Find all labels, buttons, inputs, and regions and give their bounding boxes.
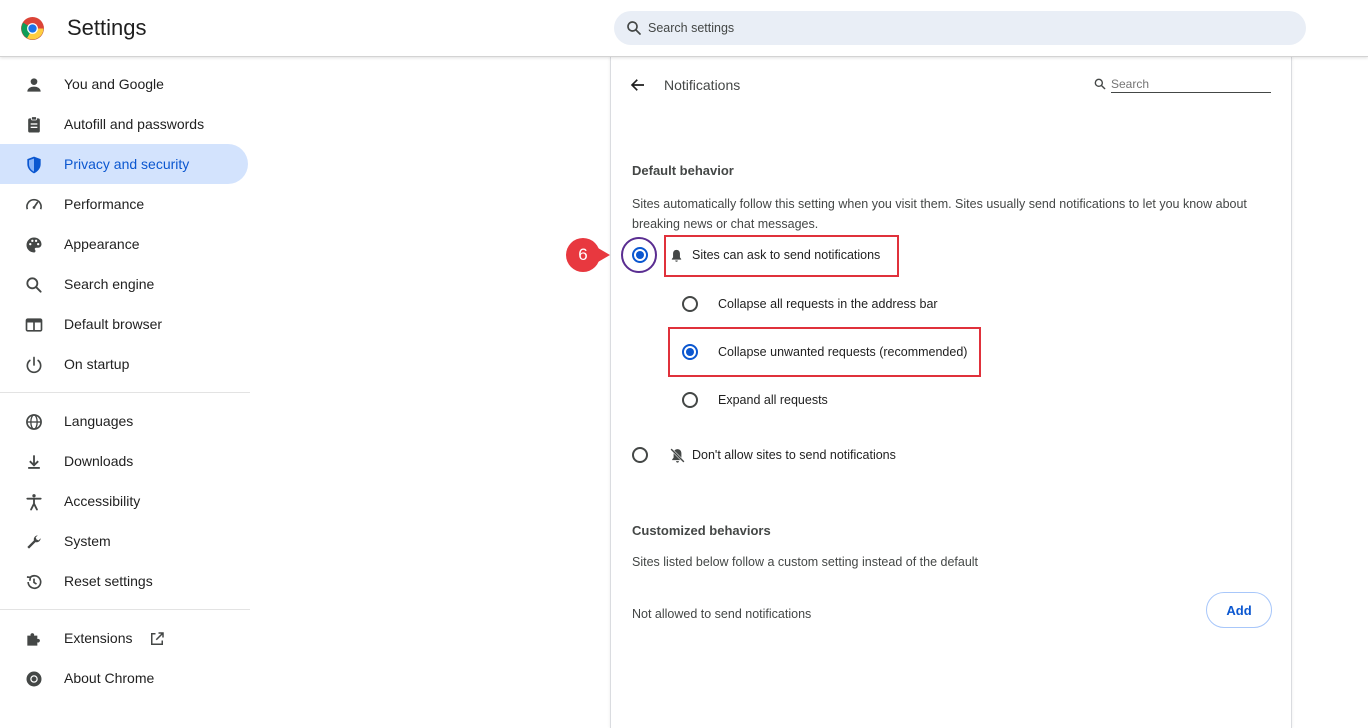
back-arrow-icon[interactable] (629, 76, 647, 94)
sidebar-divider (0, 392, 250, 393)
option-collapse-all-label[interactable]: Collapse all requests in the address bar (718, 297, 938, 311)
sidebar-item-label: Privacy and security (64, 156, 190, 172)
sidebar-item-privacy-security[interactable]: Privacy and security (0, 144, 248, 184)
sidebar-item-default-browser[interactable]: Default browser (0, 304, 248, 344)
step-number-badge: 6 (566, 238, 600, 272)
top-bar: Settings Search settings (0, 0, 1368, 57)
sidebar-item-label: You and Google (64, 76, 164, 92)
browser-window-icon (25, 318, 43, 332)
search-settings-input[interactable]: Search settings (648, 21, 734, 35)
default-behavior-description: Sites automatically follow this setting … (632, 197, 1247, 231)
sidebar-item-you-and-google[interactable]: You and Google (0, 64, 248, 104)
wrench-icon (27, 535, 41, 549)
highlight-box-sites-can-ask (664, 235, 899, 277)
sidebar-item-autofill[interactable]: Autofill and passwords (0, 104, 248, 144)
option-dont-allow-label[interactable]: Don't allow sites to send notifications (692, 448, 896, 462)
sidebar-item-label: Autofill and passwords (64, 116, 205, 132)
palette-icon (26, 237, 42, 253)
sidebar: You and Google Autofill and passwords Pr… (0, 57, 252, 728)
customized-behaviors-heading: Customized behaviors (632, 523, 771, 538)
app-title: Settings (67, 15, 147, 40)
sidebar-item-appearance[interactable]: Appearance (0, 224, 248, 264)
sidebar-item-downloads[interactable]: Downloads (0, 441, 248, 481)
radio-dont-allow[interactable] (632, 447, 648, 463)
download-icon (28, 455, 40, 469)
search-settings-box[interactable]: Search settings (614, 11, 1306, 45)
chrome-logo-icon (21, 17, 44, 40)
notifications-search-input[interactable] (1111, 75, 1271, 93)
sidebar-item-label: Extensions (64, 630, 133, 646)
sidebar-item-reset-settings[interactable]: Reset settings (0, 561, 248, 601)
sidebar-item-label: About Chrome (64, 670, 155, 686)
sidebar-item-label: Downloads (64, 453, 134, 469)
sidebar-item-system[interactable]: System (0, 521, 248, 561)
globe-icon (26, 414, 42, 430)
sidebar-item-accessibility[interactable]: Accessibility (0, 481, 248, 521)
sidebar-item-label: Languages (64, 413, 134, 429)
clipboard-icon (28, 116, 40, 133)
shield-icon (27, 156, 41, 174)
sidebar-item-extensions[interactable]: Extensions (0, 618, 248, 658)
option-expand-all-label[interactable]: Expand all requests (718, 393, 828, 407)
sidebar-item-performance[interactable]: Performance (0, 184, 248, 224)
history-icon (26, 574, 42, 590)
sidebar-item-label: Accessibility (64, 493, 141, 509)
search-icon (26, 277, 42, 293)
sidebar-item-label: Performance (64, 196, 145, 212)
customized-behaviors-description: Sites listed below follow a custom setti… (632, 555, 979, 569)
accessibility-icon (26, 494, 42, 511)
bell-off-icon (670, 448, 685, 463)
search-icon (627, 21, 641, 35)
notifications-panel: Notifications Default behavior Sites aut… (610, 57, 1292, 728)
sidebar-item-about-chrome[interactable]: About Chrome (0, 658, 248, 698)
power-icon (26, 356, 42, 374)
default-behavior-heading: Default behavior (632, 163, 734, 178)
chrome-icon (26, 671, 42, 687)
person-icon (27, 78, 41, 92)
sidebar-item-on-startup[interactable]: On startup (0, 344, 248, 384)
highlight-box-collapse-unwanted (668, 327, 981, 377)
sidebar-item-label: Reset settings (64, 573, 153, 589)
sidebar-item-languages[interactable]: Languages (0, 401, 248, 441)
step-circle-marker (621, 237, 657, 273)
page-title: Notifications (664, 77, 741, 93)
sidebar-item-label: Default browser (64, 316, 163, 332)
sidebar-item-label: On startup (64, 356, 130, 372)
puzzle-icon (27, 633, 40, 646)
speedometer-icon (26, 198, 42, 210)
radio-collapse-all[interactable] (682, 296, 698, 312)
sidebar-item-label: Search engine (64, 276, 155, 292)
sidebar-item-label: Appearance (64, 236, 140, 252)
add-button[interactable]: Add (1206, 592, 1272, 628)
radio-expand-all[interactable] (682, 392, 698, 408)
not-allowed-section-label: Not allowed to send notifications (632, 607, 812, 621)
search-icon (1094, 78, 1106, 90)
sidebar-item-label: System (64, 533, 111, 549)
sidebar-item-search-engine[interactable]: Search engine (0, 264, 248, 304)
sidebar-divider (0, 609, 250, 610)
open-in-new-icon (151, 632, 164, 645)
